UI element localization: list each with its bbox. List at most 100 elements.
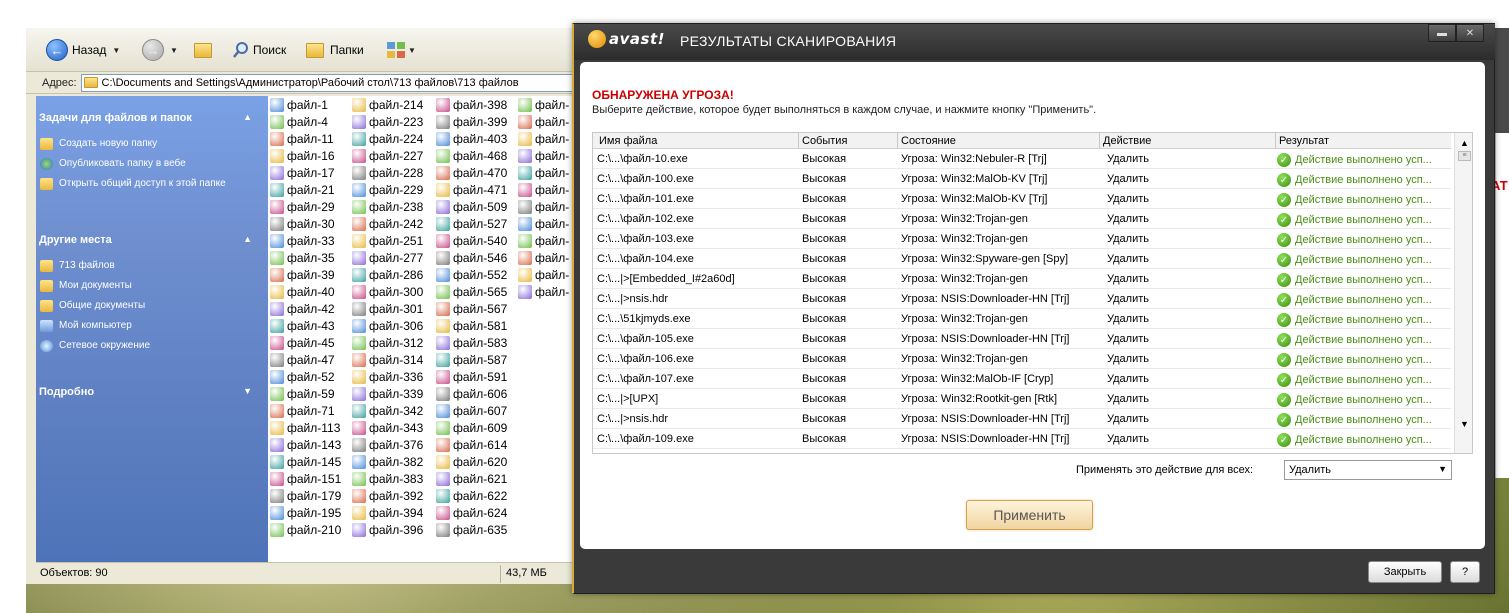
table-row[interactable]: C:\...\файл-102.exe Высокая Угроза: Win32:… [593, 209, 1451, 229]
file-item[interactable]: файл-392 [352, 487, 423, 504]
file-item[interactable]: файл-622 [436, 487, 507, 504]
action-cell[interactable]: Удалить [1107, 393, 1149, 405]
action-cell[interactable]: Удалить [1107, 433, 1149, 445]
action-cell[interactable]: Удалить [1107, 373, 1149, 385]
file-item[interactable]: файл-614 [436, 436, 507, 453]
action-cell[interactable]: Удалить [1107, 253, 1149, 265]
file-item[interactable]: файл-470 [436, 164, 507, 181]
back-button[interactable]: ← Назад ▼ [46, 38, 120, 62]
column-header-state[interactable]: Состояние [901, 135, 956, 147]
file-item[interactable]: файл- [518, 283, 569, 300]
file-item[interactable]: файл-587 [436, 351, 507, 368]
file-item[interactable]: файл-214 [352, 96, 423, 113]
details-section-header[interactable]: Подробно ▼ [36, 380, 268, 404]
table-row[interactable]: C:\...\файл-107.exe Высокая Угроза: Win32:… [593, 369, 1451, 389]
file-item[interactable]: файл-286 [352, 266, 423, 283]
file-item[interactable]: файл-607 [436, 402, 507, 419]
file-item[interactable]: файл-277 [352, 249, 423, 266]
file-item[interactable]: файл-151 [270, 470, 341, 487]
file-item[interactable]: файл-376 [352, 436, 423, 453]
table-row[interactable]: C:\...\файл-105.exe Высокая Угроза: NSIS:D… [593, 329, 1451, 349]
task-share-folder[interactable]: Открыть общий доступ к этой папке [40, 178, 240, 190]
file-item[interactable]: файл-251 [352, 232, 423, 249]
file-item[interactable]: файл-145 [270, 453, 341, 470]
file-item[interactable]: файл-223 [352, 113, 423, 130]
file-item[interactable]: файл-343 [352, 419, 423, 436]
file-item[interactable]: файл-567 [436, 300, 507, 317]
file-item[interactable]: файл-242 [352, 215, 423, 232]
file-item[interactable]: файл-396 [352, 521, 423, 538]
minimize-button[interactable]: ▬ [1428, 24, 1456, 42]
file-item[interactable]: файл-468 [436, 147, 507, 164]
file-item[interactable]: файл-609 [436, 419, 507, 436]
file-item[interactable]: файл-52 [270, 368, 341, 385]
table-row[interactable]: C:\...|>[Embedded_I#2a60d] Высокая Угроза:… [593, 269, 1451, 289]
place-shared-documents[interactable]: Общие документы [40, 300, 240, 312]
place-my-computer[interactable]: Мой компьютер [40, 320, 240, 332]
file-item[interactable]: файл-314 [352, 351, 423, 368]
file-item[interactable]: файл-403 [436, 130, 507, 147]
file-item[interactable]: файл-394 [352, 504, 423, 521]
views-button[interactable]: ▼ [386, 38, 416, 62]
file-item[interactable]: файл-471 [436, 181, 507, 198]
file-item[interactable]: файл- [518, 266, 569, 283]
file-item[interactable]: файл-179 [270, 487, 341, 504]
tasks-section-header[interactable]: Задачи для файлов и папок ▲ [36, 106, 268, 130]
file-item[interactable]: файл-11 [270, 130, 341, 147]
file-item[interactable]: файл- [518, 130, 569, 147]
action-cell[interactable]: Удалить [1107, 293, 1149, 305]
file-item[interactable]: файл-229 [352, 181, 423, 198]
action-cell[interactable]: Удалить [1107, 353, 1149, 365]
place-my-documents[interactable]: Мои документы [40, 280, 240, 292]
file-item[interactable]: файл-546 [436, 249, 507, 266]
file-item[interactable]: файл-43 [270, 317, 341, 334]
file-item[interactable]: файл-224 [352, 130, 423, 147]
scroll-up-icon[interactable]: ▲ [1455, 135, 1472, 151]
action-cell[interactable]: Удалить [1107, 413, 1149, 425]
file-item[interactable]: файл-635 [436, 521, 507, 538]
file-item[interactable]: файл-339 [352, 385, 423, 402]
file-item[interactable]: файл-59 [270, 385, 341, 402]
action-cell[interactable]: Удалить [1107, 173, 1149, 185]
file-item[interactable]: файл-581 [436, 317, 507, 334]
file-item[interactable]: файл-16 [270, 147, 341, 164]
file-item[interactable]: файл-399 [436, 113, 507, 130]
file-item[interactable]: файл-71 [270, 402, 341, 419]
file-item[interactable]: файл- [518, 113, 569, 130]
close-button[interactable]: Закрыть [1368, 561, 1442, 583]
table-scrollbar[interactable]: ▲ ≡ ▼ [1454, 133, 1472, 453]
file-item[interactable]: файл- [518, 147, 569, 164]
file-item[interactable]: файл-300 [352, 283, 423, 300]
file-item[interactable]: файл-45 [270, 334, 341, 351]
file-item[interactable]: файл-382 [352, 453, 423, 470]
file-item[interactable]: файл- [518, 249, 569, 266]
places-section-header[interactable]: Другие места ▲ [36, 228, 268, 252]
table-row[interactable]: C:\...\файл-101.exe Высокая Угроза: Win32:… [593, 189, 1451, 209]
file-item[interactable]: файл-42 [270, 300, 341, 317]
file-item[interactable]: файл-306 [352, 317, 423, 334]
action-cell[interactable]: Удалить [1107, 153, 1149, 165]
search-button[interactable]: Поиск [232, 38, 286, 62]
action-cell[interactable]: Удалить [1107, 333, 1149, 345]
file-item[interactable]: файл-195 [270, 504, 341, 521]
file-item[interactable]: файл-113 [270, 419, 341, 436]
table-row[interactable]: C:\...\файл-10.exe Высокая Угроза: Win32:N… [593, 149, 1451, 169]
file-item[interactable]: файл-540 [436, 232, 507, 249]
file-item[interactable]: файл-210 [270, 521, 341, 538]
column-header-filename[interactable]: Имя файла [599, 135, 657, 147]
file-item[interactable]: файл-47 [270, 351, 341, 368]
table-row[interactable]: C:\...\51kjmyds.exe Высокая Угроза: Win32:… [593, 309, 1451, 329]
file-item[interactable]: файл-1 [270, 96, 341, 113]
file-item[interactable]: файл-583 [436, 334, 507, 351]
address-input[interactable]: C:\Documents and Settings\Администратор\… [80, 73, 574, 92]
file-item[interactable]: файл- [518, 96, 569, 113]
action-cell[interactable]: Удалить [1107, 213, 1149, 225]
file-item[interactable]: файл-35 [270, 249, 341, 266]
file-item[interactable]: файл- [518, 215, 569, 232]
file-item[interactable]: файл-398 [436, 96, 507, 113]
forward-button[interactable]: → ▼ [142, 38, 178, 62]
file-item[interactable]: файл-383 [352, 470, 423, 487]
file-item[interactable]: файл-39 [270, 266, 341, 283]
table-row[interactable]: C:\...\файл-100.exe Высокая Угроза: Win32:… [593, 169, 1451, 189]
file-item[interactable]: файл-227 [352, 147, 423, 164]
